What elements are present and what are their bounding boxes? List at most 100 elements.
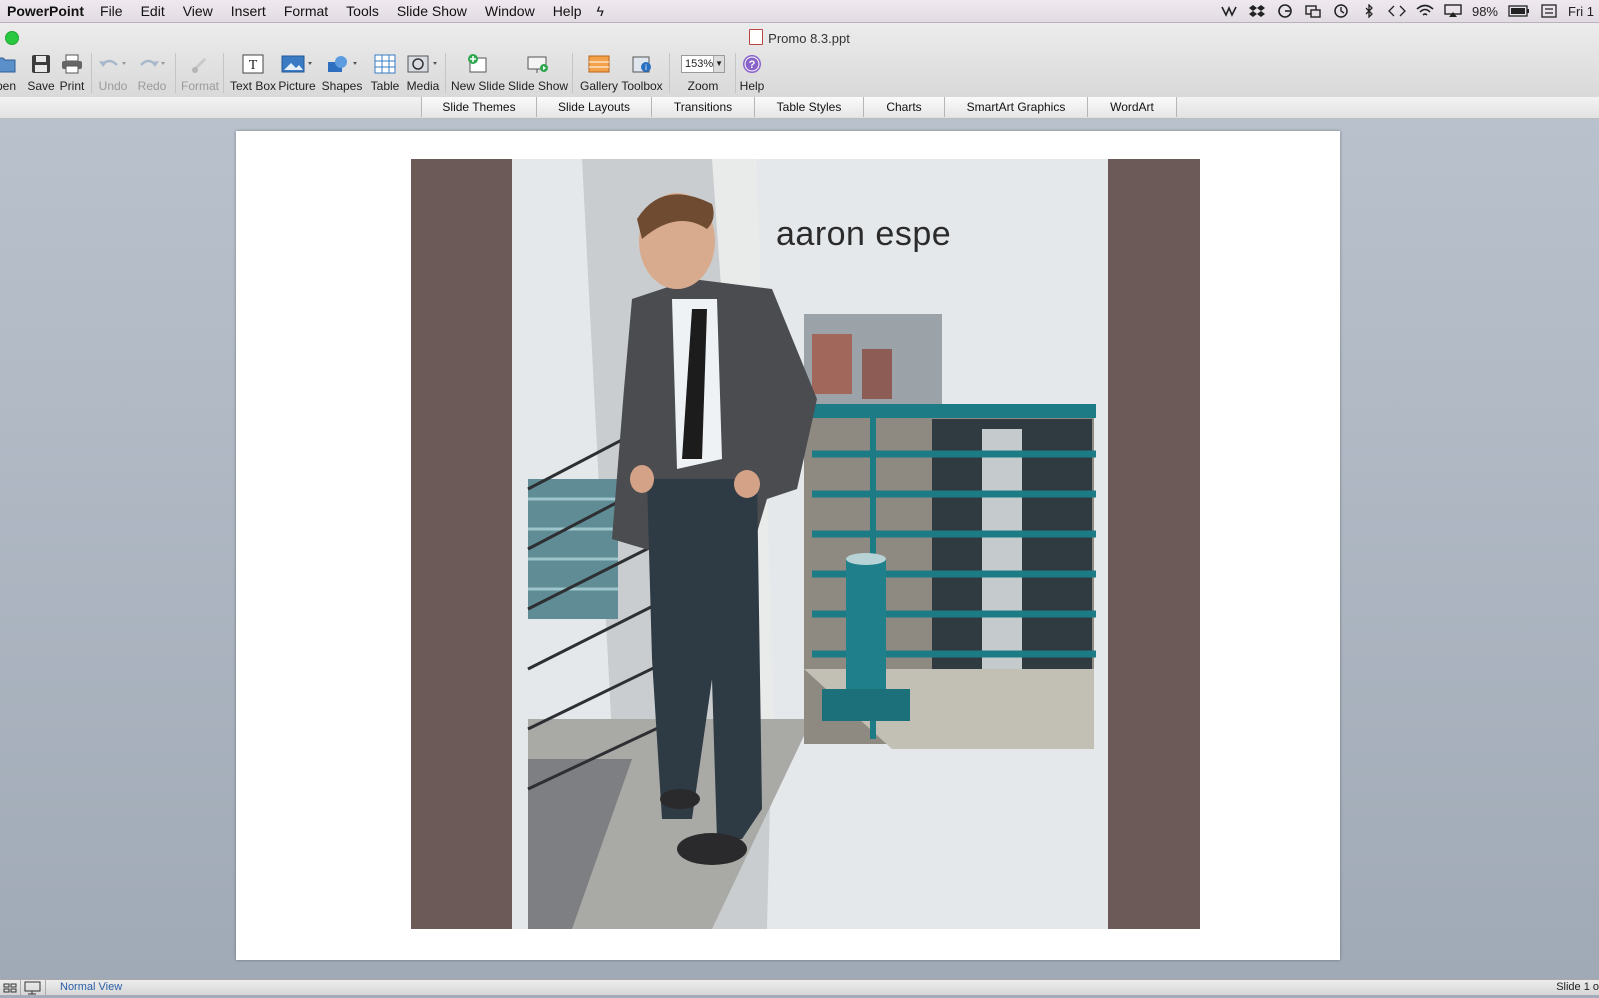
redo-label: Redo — [137, 79, 167, 93]
transfer-icon[interactable] — [1220, 4, 1238, 18]
gallery-button[interactable]: Gallery — [577, 51, 621, 95]
tab-table-styles[interactable]: Table Styles — [754, 97, 864, 117]
menu-tools[interactable]: Tools — [337, 3, 388, 19]
menu-edit[interactable]: Edit — [132, 3, 174, 19]
tab-charts[interactable]: Charts — [863, 97, 945, 117]
toolbar-separator — [572, 53, 573, 93]
shapes-icon — [328, 56, 357, 72]
status-menu-area: 98% Fri 1 — [1215, 0, 1599, 22]
menu-help[interactable]: Help — [544, 3, 591, 19]
toolbar-separator — [175, 53, 176, 93]
toolbar-separator — [223, 53, 224, 93]
help-label: Help — [739, 79, 765, 93]
new-slide-label: New Slide — [450, 79, 506, 93]
save-button[interactable]: Save — [26, 51, 56, 95]
view-mode-label[interactable]: Normal View — [60, 981, 122, 993]
print-label: Print — [59, 79, 85, 93]
google-drive-icon[interactable] — [1276, 4, 1294, 18]
slide-photo[interactable] — [512, 159, 1108, 929]
time-machine-icon[interactable] — [1332, 4, 1350, 18]
table-button[interactable]: Table — [369, 51, 401, 95]
display-mirror-icon[interactable] — [1304, 4, 1322, 18]
tab-transitions[interactable]: Transitions — [651, 97, 755, 117]
menu-window[interactable]: Window — [476, 3, 544, 19]
save-label: Save — [27, 79, 55, 93]
tab-smartart-graphics[interactable]: SmartArt Graphics — [944, 97, 1088, 117]
picture-label: Picture — [278, 79, 316, 93]
text-box-icon: T — [242, 54, 264, 74]
slide-show-icon — [527, 56, 548, 73]
toolbox-button[interactable]: i Toolbox — [620, 51, 664, 95]
menubar-clock[interactable]: Fri 1 — [1563, 4, 1599, 19]
print-button[interactable]: Print — [57, 51, 87, 95]
printer-icon — [62, 54, 82, 74]
menu-view[interactable]: View — [174, 3, 222, 19]
undo-arrow-icon — [99, 59, 126, 67]
menu-insert[interactable]: Insert — [222, 3, 275, 19]
toolbar-separator — [445, 53, 446, 93]
undo-label: Undo — [98, 79, 128, 93]
open-label: pen — [0, 79, 17, 93]
code-brackets-icon[interactable] — [1388, 4, 1406, 18]
help-button[interactable]: ? Help — [738, 51, 766, 95]
dropbox-icon[interactable] — [1248, 4, 1266, 18]
bluetooth-icon[interactable] — [1360, 4, 1378, 18]
slide-sorter-view-icon[interactable] — [0, 980, 21, 995]
document-icon — [749, 29, 764, 45]
airplay-icon[interactable] — [1444, 4, 1462, 18]
zoom-control[interactable]: 153% ▼ Zoom — [675, 51, 731, 95]
slide-title[interactable]: aaron espe — [776, 215, 951, 254]
menu-slide-show[interactable]: Slide Show — [388, 3, 476, 19]
slide[interactable]: aaron espe — [236, 131, 1340, 960]
open-folder-icon — [0, 57, 16, 73]
format-painter-button[interactable]: Format — [180, 51, 220, 95]
ribbon-tab-bar: Slide Themes Slide Layouts Transitions T… — [0, 97, 1599, 119]
media-button[interactable]: Media — [404, 51, 442, 95]
app-menu[interactable]: PowerPoint — [0, 3, 91, 19]
format-label: Format — [180, 79, 219, 93]
undo-button[interactable]: Undo — [95, 51, 131, 95]
new-slide-icon — [468, 54, 487, 73]
toolbox-label: Toolbox — [621, 79, 663, 93]
slide-show-button[interactable]: Slide Show — [508, 51, 568, 95]
zoom-label: Zoom — [687, 79, 719, 93]
tab-slide-themes[interactable]: Slide Themes — [421, 97, 537, 117]
slide-canvas[interactable]: aaron espe — [0, 119, 1599, 979]
keyboard-input-icon[interactable] — [1540, 4, 1558, 18]
help-question-icon: ? — [743, 55, 761, 73]
slide-counter: Slide 1 o — [1556, 981, 1599, 993]
table-grid-icon — [374, 54, 396, 74]
menu-file[interactable]: File — [91, 3, 132, 19]
menu-format[interactable]: Format — [275, 3, 337, 19]
battery-icon[interactable] — [1508, 4, 1530, 18]
tab-slide-layouts[interactable]: Slide Layouts — [536, 97, 652, 117]
left-side-bar[interactable] — [411, 159, 512, 929]
chevron-down-icon[interactable]: ▼ — [713, 56, 724, 72]
floppy-disk-icon — [32, 55, 50, 73]
redo-button[interactable]: Redo — [134, 51, 170, 95]
text-box-label: Text Box — [229, 79, 277, 93]
gallery-label: Gallery — [579, 79, 618, 93]
picture-button[interactable]: Picture — [277, 51, 317, 95]
new-slide-button[interactable]: New Slide — [450, 51, 506, 95]
toolbox-icon: i — [632, 56, 651, 73]
presenter-view-icon[interactable] — [21, 980, 46, 995]
script-bolt-icon[interactable]: ϟ — [590, 3, 609, 19]
slide-show-label: Slide Show — [508, 79, 569, 93]
media-icon — [407, 55, 437, 73]
media-label: Media — [406, 79, 440, 93]
macos-menubar: PowerPoint File Edit View Insert Format … — [0, 0, 1599, 23]
shapes-label: Shapes — [321, 79, 363, 93]
zoom-select[interactable]: 153% ▼ — [681, 55, 725, 73]
shapes-button[interactable]: Shapes — [320, 51, 364, 95]
right-side-bar[interactable] — [1108, 159, 1200, 929]
tab-wordart[interactable]: WordArt — [1087, 97, 1177, 117]
text-box-button[interactable]: T Text Box — [228, 51, 278, 95]
open-button[interactable]: pen — [0, 51, 20, 95]
window-title: Promo 8.3.ppt — [0, 29, 1599, 46]
svg-text:?: ? — [749, 59, 756, 71]
paintbrush-icon — [192, 58, 206, 73]
wifi-icon[interactable] — [1416, 4, 1434, 18]
toolbar-separator — [669, 53, 670, 93]
svg-text:T: T — [249, 58, 258, 73]
